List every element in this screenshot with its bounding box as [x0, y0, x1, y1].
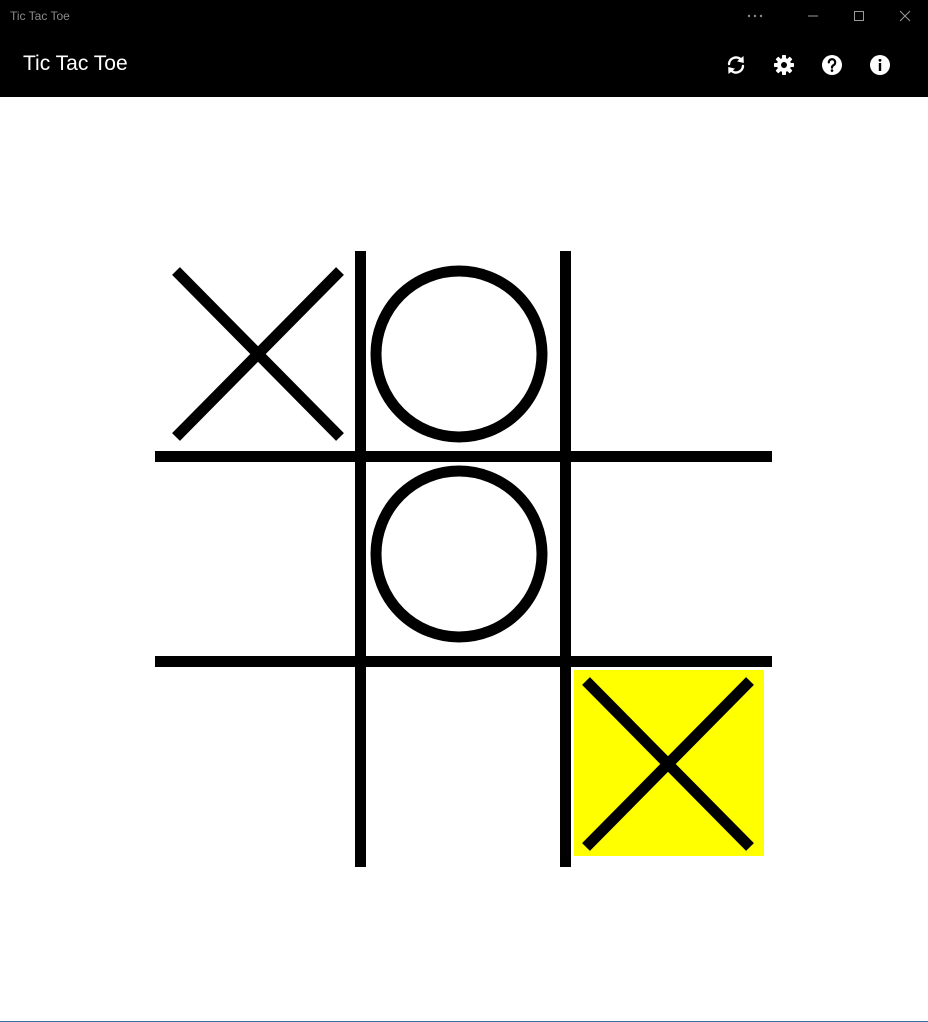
board-cell-1-1[interactable]: [366, 462, 560, 656]
info-icon: [870, 55, 890, 75]
window-titlebar[interactable]: Tic Tac Toe: [0, 0, 928, 32]
board-cell-0-1[interactable]: [366, 251, 560, 451]
close-icon: [899, 10, 911, 22]
grid-line-vertical-1: [355, 251, 366, 867]
more-icon: [747, 14, 763, 18]
board-cell-1-0[interactable]: [155, 462, 355, 656]
board-cell-0-2[interactable]: [571, 251, 772, 451]
close-button[interactable]: [882, 0, 928, 32]
maximize-button[interactable]: [836, 0, 882, 32]
app-title: Tic Tac Toe: [23, 52, 128, 75]
app-bar: Tic Tac Toe: [0, 32, 928, 97]
board-cell-2-1[interactable]: [366, 667, 560, 867]
more-button[interactable]: [732, 0, 778, 32]
grid-line-vertical-2: [560, 251, 571, 867]
board-cell-2-0[interactable]: [155, 667, 355, 867]
info-button[interactable]: [863, 48, 897, 82]
gear-icon: [774, 55, 794, 75]
game-board[interactable]: [0, 97, 928, 1021]
minimize-button[interactable]: [790, 0, 836, 32]
settings-button[interactable]: [767, 48, 801, 82]
help-button[interactable]: [815, 48, 849, 82]
grid-line-horizontal-1: [155, 451, 772, 462]
help-icon: [822, 55, 842, 75]
refresh-icon: [727, 56, 745, 74]
minimize-icon: [808, 15, 818, 17]
board-cell-1-2[interactable]: [571, 462, 772, 656]
grid-line-horizontal-2: [155, 656, 772, 667]
restart-button[interactable]: [719, 48, 753, 82]
maximize-icon: [854, 11, 864, 21]
window-title: Tic Tac Toe: [10, 9, 70, 23]
